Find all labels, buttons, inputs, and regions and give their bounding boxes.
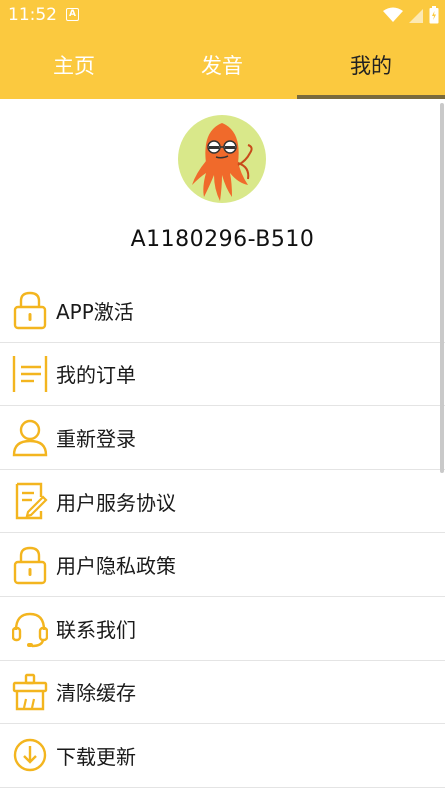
lock-icon — [13, 546, 47, 584]
notification-icon: A — [66, 8, 79, 21]
order-list-icon — [12, 355, 48, 392]
menu-item-my-orders[interactable]: 我的订单 — [0, 343, 445, 407]
menu-item-service-agreement[interactable]: 用户服务协议 — [0, 470, 445, 534]
status-time: 11:52 — [8, 5, 57, 25]
menu-item-label: APP激活 — [56, 299, 134, 324]
tab-mine[interactable]: 我的 — [297, 30, 445, 99]
menu-item-label: 用户服务协议 — [56, 490, 176, 515]
menu-item-privacy-policy[interactable]: 用户隐私政策 — [0, 533, 445, 597]
menu-item-app-activation[interactable]: APP激活 — [0, 279, 445, 343]
menu-item-label: 我的订单 — [56, 363, 136, 388]
tab-bar: 主页 发音 我的 — [0, 30, 445, 99]
menu-list: APP激活 我的订单 重新登录 用户服务协议 用户隐私政策 联系我们 清除缓存 … — [0, 279, 445, 788]
scrollbar[interactable] — [440, 103, 444, 473]
wifi-icon — [383, 7, 403, 22]
signal-icon — [409, 9, 423, 23]
menu-item-clear-cache[interactable]: 清除缓存 — [0, 661, 445, 725]
menu-item-label: 重新登录 — [56, 426, 136, 451]
squid-mascot-icon[interactable] — [176, 113, 268, 205]
menu-item-label: 清除缓存 — [56, 681, 136, 706]
headset-icon — [12, 613, 48, 648]
lock-icon — [13, 292, 47, 330]
download-icon — [13, 739, 47, 772]
tab-pronunciation[interactable]: 发音 — [148, 30, 296, 99]
menu-item-relogin[interactable]: 重新登录 — [0, 406, 445, 470]
menu-item-label: 联系我们 — [56, 617, 136, 642]
menu-item-label: 下载更新 — [56, 744, 136, 769]
menu-item-download-update[interactable]: 下载更新 — [0, 724, 445, 788]
menu-item-contact-us[interactable]: 联系我们 — [0, 597, 445, 661]
document-edit-icon — [15, 482, 48, 520]
status-bar: 11:52 A — [0, 0, 445, 30]
tab-home[interactable]: 主页 — [0, 30, 148, 99]
user-icon — [12, 420, 48, 457]
status-icons — [383, 6, 439, 24]
user-id: A1180296-B510 — [130, 227, 315, 252]
battery-icon — [429, 6, 439, 24]
menu-item-label: 用户隐私政策 — [56, 554, 176, 579]
profile-section: A1180296-B510 — [0, 99, 445, 269]
clean-basket-icon — [12, 673, 48, 711]
